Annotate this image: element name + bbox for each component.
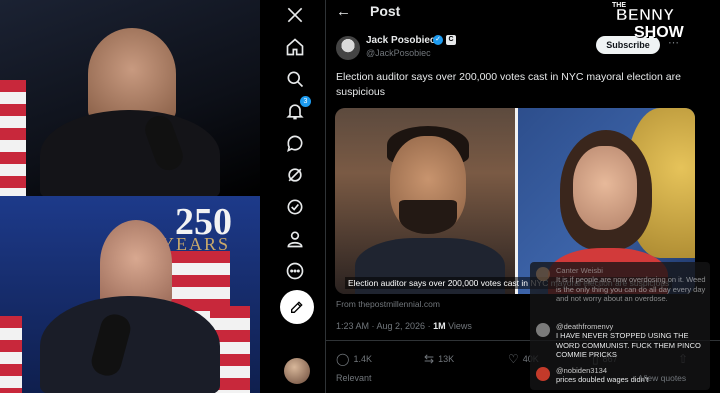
guest-head <box>100 220 172 306</box>
chat-username: Canter Weisbi <box>556 266 603 275</box>
sort-relevant-dropdown[interactable]: Relevant <box>336 373 372 383</box>
search-icon[interactable] <box>284 68 306 90</box>
guest-camera-feed: 250 YEARS <box>0 196 260 393</box>
x-logo[interactable] <box>284 4 306 26</box>
live-chat-overlay: Canter Weisbi It is if people are now ov… <box>530 262 710 390</box>
media-photo-left <box>335 108 515 294</box>
chat-message: Canter Weisbi It is if people are now ov… <box>530 266 710 304</box>
post-text: Election auditor says over 200,000 votes… <box>336 71 681 98</box>
heart-icon: ♡ <box>508 352 519 366</box>
notification-badge: 3 <box>300 96 311 107</box>
repost-button[interactable]: ⇆ 13K <box>424 352 454 366</box>
reply-count: 1.4K <box>353 354 372 364</box>
host-head <box>88 28 176 120</box>
logo-show: SHOW <box>634 24 684 41</box>
host-camera-feed <box>0 0 260 196</box>
american-flag <box>0 80 26 196</box>
compose-button[interactable] <box>280 290 314 324</box>
repost-icon: ⇆ <box>424 352 435 366</box>
logo-name: BENNY <box>616 7 675 24</box>
post-meta: 1:23 AM · Aug 2, 2026 · 1M Views <box>336 321 472 331</box>
photo-face-right <box>573 146 637 230</box>
x-sidebar: 3 <box>264 0 326 393</box>
repost-count: 13K <box>438 354 455 364</box>
compose-icon <box>291 301 303 313</box>
home-icon[interactable] <box>284 36 306 58</box>
avatar[interactable] <box>284 358 310 384</box>
reply-button[interactable]: ◯ 1.4K <box>336 352 372 366</box>
back-arrow-icon[interactable]: ← <box>336 3 351 20</box>
show-logo: THE BENNY SHOW <box>612 2 714 50</box>
chat-avatar <box>536 367 550 381</box>
affiliation-badge-icon: C <box>446 35 456 45</box>
bell-icon[interactable]: 3 <box>284 96 311 122</box>
verified-icon[interactable] <box>284 196 306 218</box>
message-icon[interactable] <box>284 132 306 154</box>
media-source-link[interactable]: From thepostmillennial.com <box>336 299 440 309</box>
more-icon[interactable] <box>284 260 306 282</box>
chat-username: @nobiden3134 <box>556 366 607 375</box>
chat-text: It is if people are now overdosing on it… <box>556 275 706 303</box>
person-icon[interactable] <box>284 228 306 250</box>
author-name[interactable]: Jack Posobiec <box>366 35 435 46</box>
author-avatar[interactable] <box>336 36 360 60</box>
photo-beard <box>399 200 457 234</box>
chat-username: @deathfromenvy <box>556 322 614 331</box>
views-label: Views <box>445 321 472 331</box>
page-title: Post <box>370 3 401 19</box>
grok-icon[interactable] <box>284 164 306 186</box>
chat-avatar <box>536 323 550 337</box>
views-count: 1M <box>433 321 446 331</box>
american-flag-left <box>0 316 22 393</box>
author-handle[interactable]: @JackPosobiec <box>366 48 431 58</box>
host-body <box>40 110 220 196</box>
guest-body <box>40 296 220 393</box>
reply-icon: ◯ <box>336 352 350 366</box>
chat-message: @deathfromenvy I HAVE NEVER STOPPED USIN… <box>530 322 710 360</box>
chat-text: I HAVE NEVER STOPPED USING THE WORD COMM… <box>556 331 701 359</box>
verified-badge-icon: ✓ <box>433 35 443 45</box>
view-quotes-link[interactable]: View quotes <box>640 373 686 383</box>
chat-avatar <box>536 267 550 281</box>
post-timestamp[interactable]: 1:23 AM · Aug 2, 2026 · <box>336 321 433 331</box>
